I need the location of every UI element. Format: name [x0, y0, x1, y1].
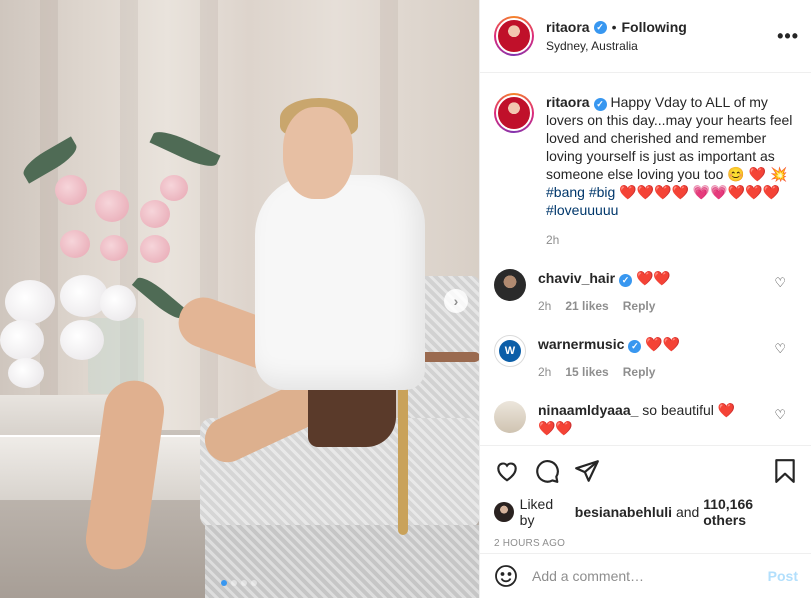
comment-time: 2h: [538, 299, 552, 313]
verified-icon: ✓: [619, 273, 633, 287]
orchid: [8, 358, 44, 388]
commenter-username[interactable]: ninaamldyaaa_: [538, 402, 638, 418]
carousel-dot: [221, 580, 227, 586]
caption: ritaora ✓ Happy Vday to ALL of my lovers …: [494, 93, 798, 249]
armchair-base: [205, 525, 479, 598]
face: [283, 107, 353, 199]
comment-item: ninaamldyaaa_ so beautiful ❤️ ❤️❤️ ♡: [494, 401, 798, 437]
reply-button[interactable]: Reply: [623, 363, 656, 381]
hashtag-link[interactable]: #big: [589, 184, 615, 200]
orchid: [5, 280, 55, 324]
likes-prefix: Liked by: [519, 496, 554, 528]
comment-likes[interactable]: 21 likes: [565, 297, 608, 315]
caption-emoji: 💗💗❤️❤️❤️: [692, 184, 780, 200]
liker-avatar: [494, 502, 514, 522]
comment-item: W warnermusic ✓ ❤️❤️ 2h 15 likes Reply ♡: [494, 335, 798, 381]
verified-icon: ✓: [593, 97, 607, 111]
post-side-panel: ritaora ✓ • Following Sydney, Australia …: [479, 0, 811, 598]
liker-username[interactable]: besianabehluli: [575, 504, 672, 520]
post-location[interactable]: Sydney, Australia: [546, 39, 687, 53]
rose: [140, 200, 170, 228]
shirt: [255, 175, 425, 390]
separator: •: [611, 19, 617, 35]
rose: [100, 235, 128, 261]
rose: [95, 190, 129, 222]
curtain: [200, 0, 218, 430]
comment-input[interactable]: [532, 568, 768, 584]
carousel-dot: [231, 580, 237, 586]
heart-icon[interactable]: [494, 458, 520, 484]
author-avatar[interactable]: [494, 16, 534, 56]
comment-time: 2h: [538, 365, 552, 379]
orchid: [0, 320, 44, 360]
comments-section[interactable]: ritaora ✓ Happy Vday to ALL of my lovers …: [480, 73, 811, 445]
commenter-username[interactable]: warnermusic: [538, 336, 624, 352]
orchid: [60, 320, 104, 360]
likes-summary[interactable]: Liked by besianabehluli and 110,166 othe…: [494, 496, 798, 528]
add-comment-bar: Post: [480, 553, 811, 598]
rose: [160, 175, 188, 201]
post-header: ritaora ✓ • Following Sydney, Australia …: [480, 0, 811, 73]
comment-item: chaviv_hair ✓ ❤️❤️ 2h 21 likes Reply ♡: [494, 269, 798, 315]
commenter-avatar[interactable]: W: [494, 335, 526, 367]
emoji-icon[interactable]: [494, 564, 518, 588]
reply-button[interactable]: Reply: [623, 297, 656, 315]
chevron-right-icon[interactable]: ›: [444, 289, 468, 313]
share-icon[interactable]: [574, 458, 600, 484]
following-button[interactable]: Following: [621, 19, 686, 35]
commenter-avatar[interactable]: [494, 401, 526, 433]
verified-icon: ✓: [628, 339, 642, 353]
heart-icon[interactable]: ♡: [774, 275, 786, 291]
likes-count[interactable]: 110,166 others: [703, 496, 798, 528]
likes-and: and: [675, 504, 700, 520]
commenter-username[interactable]: chaviv_hair: [538, 270, 615, 286]
post-actions: Liked by besianabehluli and 110,166 othe…: [480, 445, 811, 549]
carousel-dot: [241, 580, 247, 586]
comment-likes[interactable]: 15 likes: [565, 363, 608, 381]
post-timestamp[interactable]: 2 HOURS AGO: [494, 538, 798, 549]
caption-username[interactable]: ritaora: [546, 94, 590, 110]
comment-text: ❤️❤️: [645, 336, 681, 352]
commenter-avatar[interactable]: [494, 269, 526, 301]
orchid: [100, 285, 136, 321]
caption-emoji: ❤️❤️❤️❤️: [619, 184, 689, 200]
rose: [140, 235, 170, 263]
verified-icon: ✓: [593, 20, 607, 34]
carousel-dots: [221, 580, 257, 586]
rose: [60, 230, 90, 258]
rose: [55, 175, 87, 205]
comment-text: so beautiful ❤️: [642, 402, 736, 418]
more-options-icon[interactable]: •••: [777, 26, 799, 47]
post-photo[interactable]: ›: [0, 0, 479, 598]
author-username[interactable]: ritaora: [546, 19, 590, 35]
heart-icon[interactable]: ♡: [774, 341, 786, 357]
curtain: [40, 0, 58, 430]
carousel-dot: [251, 580, 257, 586]
post-button[interactable]: Post: [768, 568, 798, 584]
comment-icon[interactable]: [534, 458, 560, 484]
caption-time: 2h: [546, 233, 560, 247]
comment-text: ❤️❤️: [635, 270, 671, 286]
hashtag-link[interactable]: #bang: [546, 184, 585, 200]
bookmark-icon[interactable]: [772, 458, 798, 484]
comment-text: ❤️❤️: [538, 420, 573, 436]
hashtag-link[interactable]: #loveuuuuu: [546, 202, 618, 218]
heart-icon[interactable]: ♡: [774, 407, 786, 423]
author-avatar[interactable]: [494, 93, 534, 133]
